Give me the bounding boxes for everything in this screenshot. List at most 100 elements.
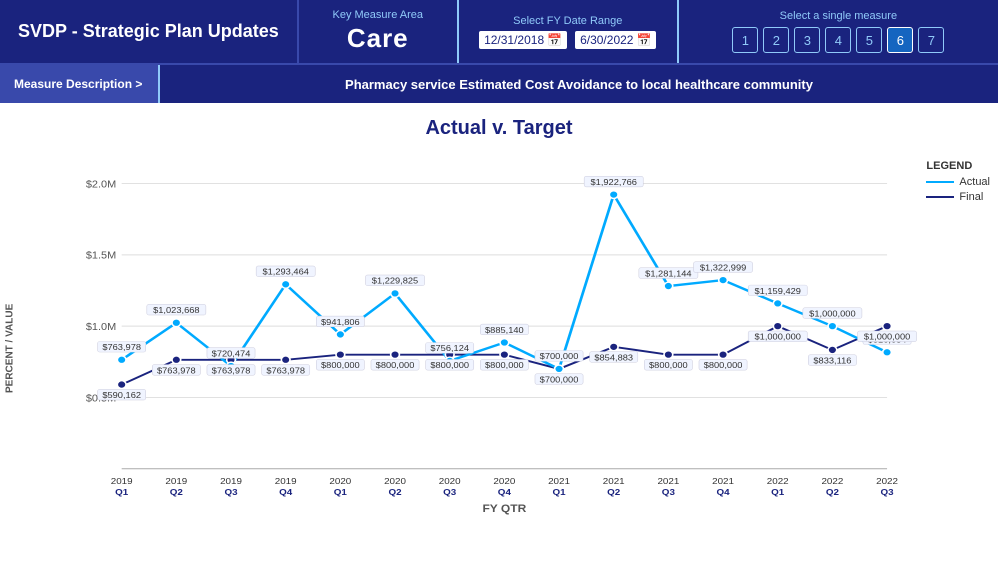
measure-description-text: Pharmacy service Estimated Cost Avoidanc… <box>160 77 998 92</box>
date-start-input[interactable]: 12/31/2018 📅 <box>479 31 567 49</box>
calendar-icon-start: 📅 <box>547 33 562 47</box>
svg-text:Q4: Q4 <box>498 487 512 496</box>
svg-text:2020: 2020 <box>384 477 406 486</box>
svg-text:2022: 2022 <box>821 477 843 486</box>
svg-text:$700,000: $700,000 <box>540 352 579 361</box>
legend-item-final: Final <box>926 191 990 203</box>
svg-text:$590,162: $590,162 <box>102 391 141 400</box>
main-header: SVDP - Strategic Plan Updates Key Measur… <box>0 0 998 65</box>
date-range-inputs: 12/31/2018 📅 6/30/2022 📅 <box>479 31 656 49</box>
svg-text:$854,883: $854,883 <box>594 353 633 362</box>
svg-text:2021: 2021 <box>657 477 679 486</box>
sub-header: Measure Description > Pharmacy service E… <box>0 65 998 103</box>
legend-line-final <box>926 196 954 198</box>
svg-text:$1,000,000: $1,000,000 <box>809 309 856 318</box>
key-measure-label: Key Measure Area <box>333 9 424 21</box>
chart-container: PERCENT / VALUE $0.5M$1.0M$1.5M$2.0M2019… <box>0 140 998 557</box>
svg-text:2019: 2019 <box>275 477 297 486</box>
svg-text:$1,159,429: $1,159,429 <box>755 286 802 295</box>
svg-text:$1.0M: $1.0M <box>86 323 116 333</box>
svg-text:2020: 2020 <box>329 477 351 486</box>
svg-text:$800,000: $800,000 <box>704 361 743 370</box>
svg-text:Q2: Q2 <box>826 487 839 496</box>
svg-text:2019: 2019 <box>111 477 133 486</box>
svg-text:$800,000: $800,000 <box>430 361 469 370</box>
svg-text:Q2: Q2 <box>607 487 620 496</box>
svg-text:Q1: Q1 <box>552 487 565 496</box>
svg-text:Q4: Q4 <box>279 487 293 496</box>
app-title: SVDP - Strategic Plan Updates <box>0 0 299 63</box>
svg-text:$1,000,000: $1,000,000 <box>864 332 911 341</box>
svg-text:2022: 2022 <box>876 477 898 486</box>
key-measure-area: Key Measure Area Care <box>299 0 459 63</box>
svg-text:$1,322,999: $1,322,999 <box>700 263 747 272</box>
legend-title: LEGEND <box>926 160 990 172</box>
single-measure-section: Select a single measure 1234567 <box>679 0 998 63</box>
svg-text:$1,023,668: $1,023,668 <box>153 306 200 315</box>
svg-text:Q3: Q3 <box>443 487 456 496</box>
legend-label-final: Final <box>959 191 983 203</box>
legend-item-actual: Actual <box>926 176 990 188</box>
chart-svg: $0.5M$1.0M$1.5M$2.0M2019Q12019Q22019Q320… <box>67 150 898 517</box>
measure-btn-4[interactable]: 4 <box>825 27 851 53</box>
svg-text:2020: 2020 <box>493 477 515 486</box>
date-end-value: 6/30/2022 <box>580 33 633 47</box>
svg-text:$1,229,825: $1,229,825 <box>372 276 419 285</box>
svg-text:FY QTR: FY QTR <box>482 504 526 515</box>
svg-text:$800,000: $800,000 <box>485 361 524 370</box>
legend: LEGEND Actual Final <box>926 160 990 206</box>
measure-btn-5[interactable]: 5 <box>856 27 882 53</box>
chart-title: Actual v. Target <box>0 113 998 140</box>
svg-text:Q2: Q2 <box>388 487 401 496</box>
svg-text:2022: 2022 <box>767 477 789 486</box>
svg-text:2021: 2021 <box>548 477 570 486</box>
measure-btn-1[interactable]: 1 <box>732 27 758 53</box>
date-start-value: 12/31/2018 <box>484 33 544 47</box>
single-measure-label: Select a single measure <box>780 10 897 22</box>
svg-text:$1,281,144: $1,281,144 <box>645 269 692 278</box>
svg-text:2021: 2021 <box>712 477 734 486</box>
measure-btn-2[interactable]: 2 <box>763 27 789 53</box>
svg-text:Q1: Q1 <box>334 487 347 496</box>
svg-text:$720,474: $720,474 <box>212 349 251 358</box>
svg-text:Q2: Q2 <box>170 487 183 496</box>
date-end-input[interactable]: 6/30/2022 📅 <box>575 31 656 49</box>
svg-text:2019: 2019 <box>220 477 242 486</box>
measure-buttons: 1234567 <box>732 27 944 53</box>
y-axis-label: PERCENT / VALUE <box>0 140 22 557</box>
svg-text:$800,000: $800,000 <box>321 361 360 370</box>
measure-btn-7[interactable]: 7 <box>918 27 944 53</box>
svg-text:Q1: Q1 <box>115 487 128 496</box>
svg-text:$833,116: $833,116 <box>813 356 851 365</box>
svg-text:Q3: Q3 <box>224 487 237 496</box>
svg-text:2021: 2021 <box>603 477 625 486</box>
svg-text:2020: 2020 <box>439 477 461 486</box>
svg-text:Q1: Q1 <box>771 487 784 496</box>
measure-btn-6[interactable]: 6 <box>887 27 913 53</box>
svg-text:Q3: Q3 <box>881 487 894 496</box>
svg-text:$2.0M: $2.0M <box>86 180 116 190</box>
svg-text:$800,000: $800,000 <box>649 361 688 370</box>
svg-text:$1.5M: $1.5M <box>86 251 116 261</box>
svg-text:$763,978: $763,978 <box>102 343 141 352</box>
legend-line-actual <box>926 181 954 183</box>
svg-text:$756,124: $756,124 <box>430 344 469 353</box>
measure-description-button[interactable]: Measure Description > <box>0 65 160 103</box>
svg-text:$700,000: $700,000 <box>540 375 579 384</box>
date-range-label: Select FY Date Range <box>513 15 622 27</box>
svg-text:$763,978: $763,978 <box>266 366 305 375</box>
chart-area: Actual v. Target PERCENT / VALUE $0.5M$1… <box>0 103 998 564</box>
svg-text:$885,140: $885,140 <box>485 325 524 334</box>
legend-label-actual: Actual <box>959 176 990 188</box>
app-title-text: SVDP - Strategic Plan Updates <box>18 21 279 42</box>
svg-text:Q3: Q3 <box>662 487 675 496</box>
svg-text:$1,000,000: $1,000,000 <box>755 332 802 341</box>
chart-inner: $0.5M$1.0M$1.5M$2.0M2019Q12019Q22019Q320… <box>22 140 998 557</box>
measure-btn-3[interactable]: 3 <box>794 27 820 53</box>
svg-text:2019: 2019 <box>165 477 187 486</box>
svg-text:$1,922,766: $1,922,766 <box>590 177 637 186</box>
svg-text:$763,978: $763,978 <box>212 366 251 375</box>
date-range-section: Select FY Date Range 12/31/2018 📅 6/30/2… <box>459 0 679 63</box>
svg-text:$763,978: $763,978 <box>157 366 196 375</box>
svg-text:$800,000: $800,000 <box>376 361 415 370</box>
